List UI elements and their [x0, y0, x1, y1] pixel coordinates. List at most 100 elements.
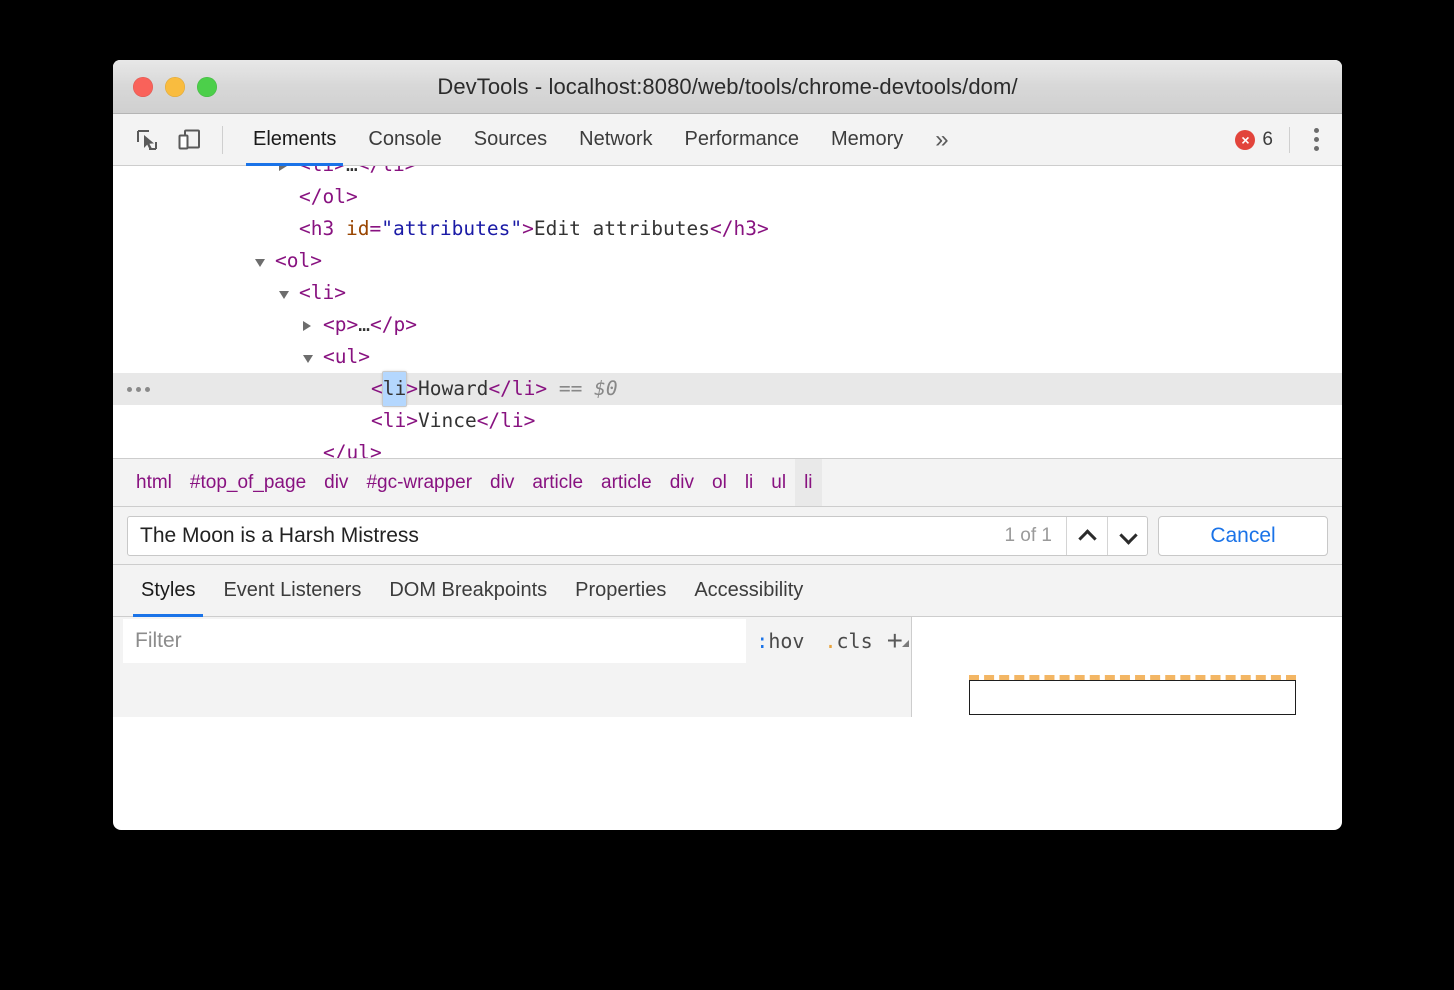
expand-arrow-open-icon[interactable]: [303, 355, 313, 363]
close-button[interactable]: [133, 77, 153, 97]
expand-arrow-open-icon[interactable]: [255, 259, 265, 267]
node-punct: </: [710, 213, 733, 245]
device-toolbar-icon[interactable]: [172, 123, 206, 157]
dom-node[interactable]: <ol>: [113, 245, 1342, 277]
expand-arrow-closed-icon[interactable]: [303, 321, 311, 331]
styles-pane: :hov .cls +: [113, 617, 1342, 717]
more-tabs-icon[interactable]: »: [921, 114, 962, 166]
node-punct: >: [522, 213, 534, 245]
styles-filter-input[interactable]: [123, 619, 746, 663]
node-punct: >: [358, 341, 370, 373]
node-val: "attributes": [381, 213, 522, 245]
node-punct: </: [299, 181, 322, 213]
search-next-button[interactable]: [1107, 517, 1147, 555]
node-punct: </: [488, 373, 511, 405]
node-punct: <: [371, 373, 383, 405]
expand-arrow-closed-icon[interactable]: [279, 166, 287, 171]
dom-node-selected[interactable]: <li>Howard</li> == $0: [113, 373, 1342, 405]
dom-node[interactable]: <li>Vince</li>: [113, 405, 1342, 437]
node-punct: >: [334, 166, 346, 181]
tag-name-edit-field[interactable]: li: [383, 372, 406, 406]
node-tag: p: [393, 309, 405, 341]
breadcrumb-item-li-9[interactable]: li: [736, 459, 762, 507]
cancel-button[interactable]: Cancel: [1158, 516, 1328, 556]
expand-arrow-open-icon[interactable]: [279, 291, 289, 299]
zoom-button[interactable]: [197, 77, 217, 97]
breadcrumb-item-div-2[interactable]: div: [315, 459, 357, 507]
node-punct: <: [299, 277, 311, 309]
dom-node[interactable]: </ol>: [113, 181, 1342, 213]
sidebar-tabs: Styles Event Listeners DOM Breakpoints P…: [113, 565, 1342, 617]
tab-sources[interactable]: Sources: [458, 114, 563, 166]
node-tag: ol: [287, 245, 310, 277]
search-field-wrapper[interactable]: 1 of 1: [127, 516, 1148, 556]
dom-node[interactable]: </ul>: [113, 437, 1342, 459]
node-punct: >: [334, 277, 346, 309]
dom-node[interactable]: <li>…</li>: [113, 166, 1342, 181]
plus-icon: +: [887, 625, 903, 657]
computed-box-model-pane: [912, 617, 1342, 717]
breadcrumb-item-html-0[interactable]: html: [127, 459, 181, 507]
tab-properties[interactable]: Properties: [561, 565, 680, 617]
tab-label: Sources: [474, 128, 547, 151]
breadcrumb-item-article-5[interactable]: article: [523, 459, 592, 507]
minimize-button[interactable]: [165, 77, 185, 97]
tab-performance[interactable]: Performance: [669, 114, 816, 166]
node-tag: li: [383, 405, 406, 437]
breadcrumb-item-gc-wrapper-3[interactable]: #gc-wrapper: [357, 459, 481, 507]
window-title: DevTools - localhost:8080/web/tools/chro…: [113, 60, 1342, 114]
node-tag: p: [335, 309, 347, 341]
node-tag: ol: [322, 181, 345, 213]
tab-memory[interactable]: Memory: [815, 114, 919, 166]
dom-node[interactable]: <h3 id="attributes">Edit attributes</h3>: [113, 213, 1342, 245]
cls-toggle-button[interactable]: .cls: [814, 629, 882, 653]
chevron-up-icon: [1080, 529, 1094, 543]
node-txt: …: [358, 309, 370, 341]
dom-node[interactable]: <ul>: [113, 341, 1342, 373]
error-count-badge[interactable]: × 6: [1235, 129, 1273, 151]
tab-accessibility[interactable]: Accessibility: [680, 565, 817, 617]
tab-console[interactable]: Console: [352, 114, 457, 166]
tab-label: Memory: [831, 128, 903, 151]
breadcrumb-item-div-4[interactable]: div: [481, 459, 523, 507]
breadcrumb-item-div-7[interactable]: div: [661, 459, 703, 507]
node-txt: Vince: [418, 405, 477, 437]
sidebar-tab-label: Styles: [141, 579, 195, 602]
node-txt: [334, 213, 346, 245]
tab-label: Network: [579, 128, 652, 151]
tab-event-listeners[interactable]: Event Listeners: [209, 565, 375, 617]
styles-filter-row: :hov .cls +: [113, 617, 911, 664]
tab-elements[interactable]: Elements: [237, 114, 352, 166]
node-punct: </: [358, 166, 381, 181]
inspect-element-icon[interactable]: [130, 123, 164, 157]
hov-toggle-button[interactable]: :hov: [746, 629, 814, 653]
node-ellipsis-icon[interactable]: [127, 373, 150, 405]
new-style-rule-button[interactable]: +: [883, 625, 911, 657]
search-prev-button[interactable]: [1067, 517, 1107, 555]
node-punct: >: [524, 405, 536, 437]
breadcrumb-item-ul-10[interactable]: ul: [762, 459, 795, 507]
node-attr: id: [346, 213, 369, 245]
sidebar-tab-label: Event Listeners: [223, 579, 361, 602]
window-titlebar: DevTools - localhost:8080/web/tools/chro…: [113, 60, 1342, 114]
node-punct: <: [299, 166, 311, 181]
node-tag: li: [500, 405, 523, 437]
tab-network[interactable]: Network: [563, 114, 668, 166]
tab-label: Elements: [253, 128, 336, 151]
dom-tree-panel[interactable]: <li>…</li></ol><h3 id="attributes">Edit …: [113, 166, 1342, 459]
tab-label: Performance: [685, 128, 800, 151]
breadcrumb-item-topofpage-1[interactable]: #top_of_page: [181, 459, 315, 507]
dom-node[interactable]: <p>…</p>: [113, 309, 1342, 341]
dom-node[interactable]: <li>: [113, 277, 1342, 309]
tab-styles[interactable]: Styles: [127, 565, 209, 617]
tab-dom-breakpoints[interactable]: DOM Breakpoints: [375, 565, 561, 617]
more-options-icon[interactable]: [1304, 128, 1328, 151]
breadcrumb-item-article-6[interactable]: article: [592, 459, 661, 507]
node-tag: li: [512, 373, 535, 405]
toolbar-divider-2: [1289, 127, 1290, 153]
search-input[interactable]: [128, 517, 996, 555]
node-punct: >: [406, 405, 418, 437]
breadcrumb-item-li-11[interactable]: li: [795, 459, 821, 507]
node-punct: =: [369, 213, 381, 245]
breadcrumb-item-ol-8[interactable]: ol: [703, 459, 736, 507]
